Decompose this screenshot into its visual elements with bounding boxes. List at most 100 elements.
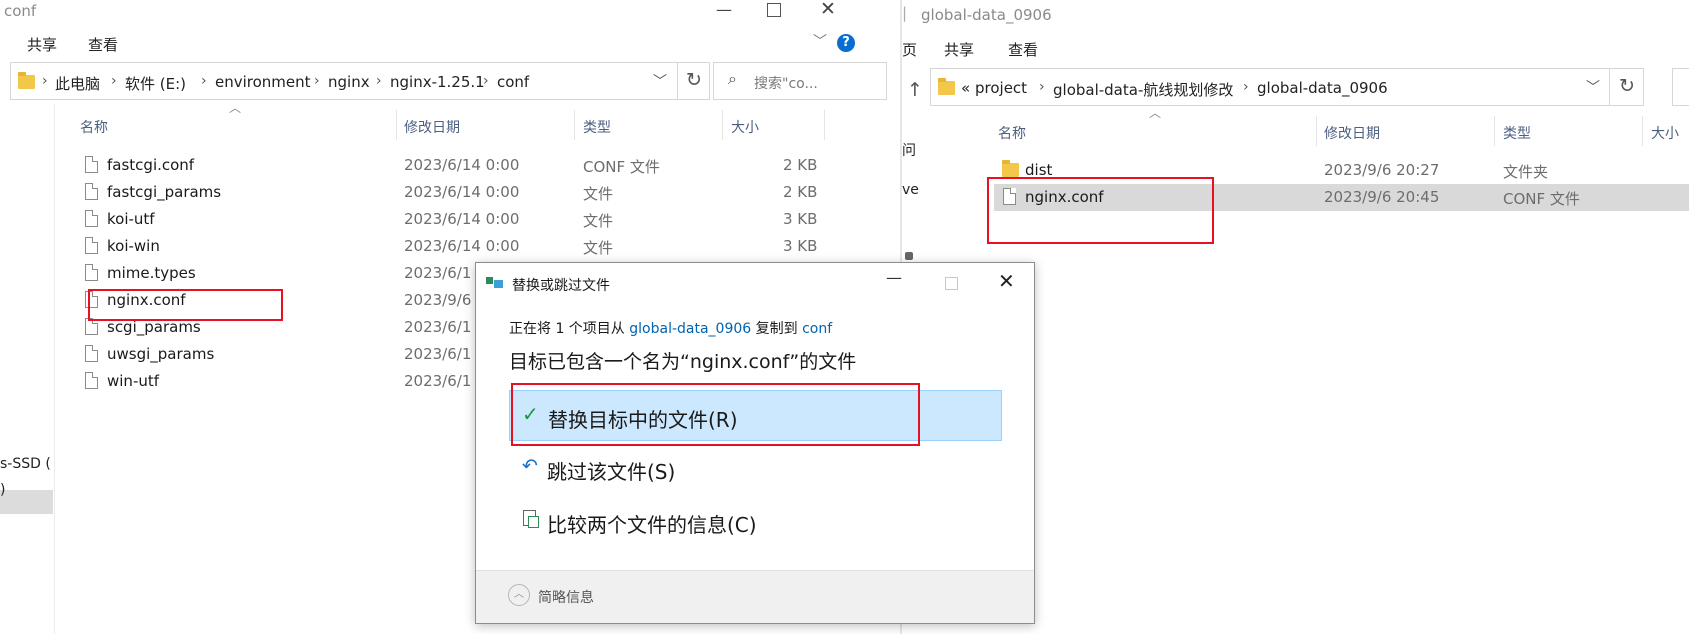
breadcrumb-item[interactable]: conf [497, 73, 529, 91]
tab-share[interactable]: 共享 [944, 39, 974, 60]
breadcrumb-overflow[interactable]: « [961, 79, 970, 97]
dialog-heading: 目标已包含一个名为“nginx.conf”的文件 [509, 351, 857, 373]
breadcrumb-item[interactable]: 此电脑 [55, 73, 100, 94]
close-button[interactable]: ✕ [820, 0, 836, 20]
file-icon [85, 264, 98, 281]
chevron-right-icon: › [314, 73, 320, 89]
fewer-details-label[interactable]: 简略信息 [538, 587, 594, 607]
breadcrumb-item[interactable]: 软件 (E:) [125, 73, 186, 94]
column-divider[interactable] [722, 110, 723, 140]
nav-item[interactable]: s-SSD ( [0, 456, 51, 472]
undo-arrow-icon: ↶ [522, 455, 538, 477]
column-divider[interactable] [1642, 116, 1643, 146]
nav-item[interactable]: ) [0, 482, 5, 498]
chevron-right-icon: › [111, 73, 117, 89]
breadcrumb-item[interactable]: nginx [328, 73, 370, 91]
compare-files-icon [523, 510, 539, 528]
refresh-button[interactable]: ↻ [1609, 68, 1644, 106]
replace-or-skip-dialog: 替换或跳过文件 — ✕ 正在将 1 个项目从 global-data_0906 … [475, 262, 1035, 624]
nav-item[interactable]: 问 [902, 140, 916, 160]
maximize-button[interactable] [767, 3, 781, 17]
file-row[interactable]: uwsgi_params 2023/6/1 [80, 341, 475, 368]
file-icon [85, 372, 98, 389]
file-size: 3 KB [783, 237, 818, 255]
file-icon [85, 210, 98, 227]
skip-file-option[interactable]: ↶ 跳过该文件(S) [509, 443, 1002, 494]
close-button[interactable]: ✕ [998, 269, 1015, 293]
help-icon[interactable]: ? [837, 34, 855, 52]
window-title: conf [4, 2, 37, 20]
chevron-down-icon[interactable]: ﹀ [653, 71, 667, 91]
file-name: koi-win [107, 237, 160, 255]
tab-view[interactable]: 查看 [88, 34, 118, 55]
column-divider[interactable] [1494, 116, 1495, 146]
file-date: 2023/6/1 [404, 318, 472, 336]
breadcrumb-item[interactable]: nginx-1.25.1 [390, 73, 485, 91]
address-bar[interactable]: › 此电脑 › 软件 (E:) › environment › nginx › … [10, 62, 678, 100]
sort-ascending-icon: ︿ [229, 101, 242, 115]
breadcrumb-item[interactable]: global-data_0906 [1257, 79, 1388, 97]
search-placeholder: 搜索"co... [754, 76, 818, 92]
skip-option-label: 跳过该文件(S) [547, 460, 676, 484]
column-header-size[interactable]: 大小 [1651, 123, 1679, 143]
breadcrumb-item[interactable]: environment [215, 73, 311, 91]
maximize-button [945, 277, 958, 290]
tab-share[interactable]: 共享 [27, 34, 57, 55]
file-row[interactable]: koi-win 2023/6/14 0:00 文件 3 KB [80, 233, 830, 260]
breadcrumb-item[interactable]: global-data-航线规划修改 [1053, 79, 1233, 100]
title-separator: | [902, 4, 908, 22]
column-divider[interactable] [824, 110, 825, 140]
file-row[interactable]: mime.types 2023/6/1 [80, 260, 475, 287]
minimize-button[interactable]: — [886, 268, 902, 287]
copy-info-text: 正在将 1 个项目从 global-data_0906 复制到 conf [509, 318, 832, 338]
column-header-date[interactable]: 修改日期 [1324, 123, 1380, 143]
tab-page[interactable]: 页 [902, 39, 917, 60]
search-box[interactable] [1672, 68, 1689, 106]
compare-files-option[interactable]: 比较两个文件的信息(C) [509, 496, 1002, 547]
column-header-date[interactable]: 修改日期 [404, 117, 460, 137]
column-header-name[interactable]: 名称 [998, 123, 1026, 143]
column-header-name[interactable]: 名称 [80, 117, 108, 137]
destination-folder-link[interactable]: conf [802, 321, 832, 337]
file-row[interactable]: fastcgi_params 2023/6/14 0:00 文件 2 KB [80, 179, 830, 206]
file-type: 文件 [583, 212, 614, 230]
chevron-right-icon: › [42, 73, 48, 89]
file-icon [85, 156, 98, 173]
column-divider[interactable] [574, 110, 575, 140]
file-date: 2023/6/14 0:00 [404, 183, 520, 201]
column-divider[interactable] [1316, 116, 1317, 146]
refresh-button[interactable]: ↻ [677, 62, 710, 100]
folder-icon [938, 78, 955, 95]
column-header-type[interactable]: 类型 [583, 117, 611, 137]
tab-view[interactable]: 查看 [1008, 39, 1038, 60]
copy-info-middle: 复制到 [755, 321, 798, 337]
breadcrumb-item[interactable]: project [975, 79, 1027, 97]
chevron-down-icon[interactable]: ﹀ [1586, 77, 1600, 97]
annotation-highlight-box [511, 383, 920, 446]
minimize-button[interactable]: — [716, 0, 732, 19]
collapse-details-icon[interactable]: ︿ [508, 584, 530, 606]
refresh-icon: ↻ [686, 69, 702, 91]
file-row[interactable]: fastcgi.conf 2023/6/14 0:00 CONF 文件 2 KB [80, 152, 830, 179]
file-row[interactable]: win-utf 2023/6/1 [80, 368, 475, 395]
column-header-size[interactable]: 大小 [731, 117, 759, 137]
window-title: global-data_0906 [921, 6, 1052, 24]
column-header-type[interactable]: 类型 [1503, 123, 1531, 143]
compare-option-label: 比较两个文件的信息(C) [547, 513, 757, 537]
file-type: 文件 [583, 185, 614, 203]
nav-item[interactable]: ve [902, 182, 919, 198]
nav-selected-item[interactable] [0, 490, 53, 514]
file-name: uwsgi_params [107, 345, 215, 363]
refresh-icon: ↻ [1619, 75, 1635, 97]
chevron-right-icon: › [483, 73, 489, 89]
address-bar[interactable]: « project › global-data-航线规划修改 › global-… [930, 68, 1610, 106]
file-row[interactable]: koi-utf 2023/6/14 0:00 文件 3 KB [80, 206, 830, 233]
dialog-footer: ︿ 简略信息 [476, 570, 1034, 623]
chevron-down-icon[interactable]: ﹀ [813, 31, 827, 51]
column-divider[interactable] [396, 110, 397, 140]
source-folder-link[interactable]: global-data_0906 [629, 321, 751, 337]
up-arrow-icon[interactable]: ↑ [907, 79, 923, 101]
file-type: 文件 [583, 239, 614, 257]
file-name: win-utf [107, 372, 160, 390]
search-box[interactable]: ⌕ 搜索"co... [713, 62, 887, 100]
